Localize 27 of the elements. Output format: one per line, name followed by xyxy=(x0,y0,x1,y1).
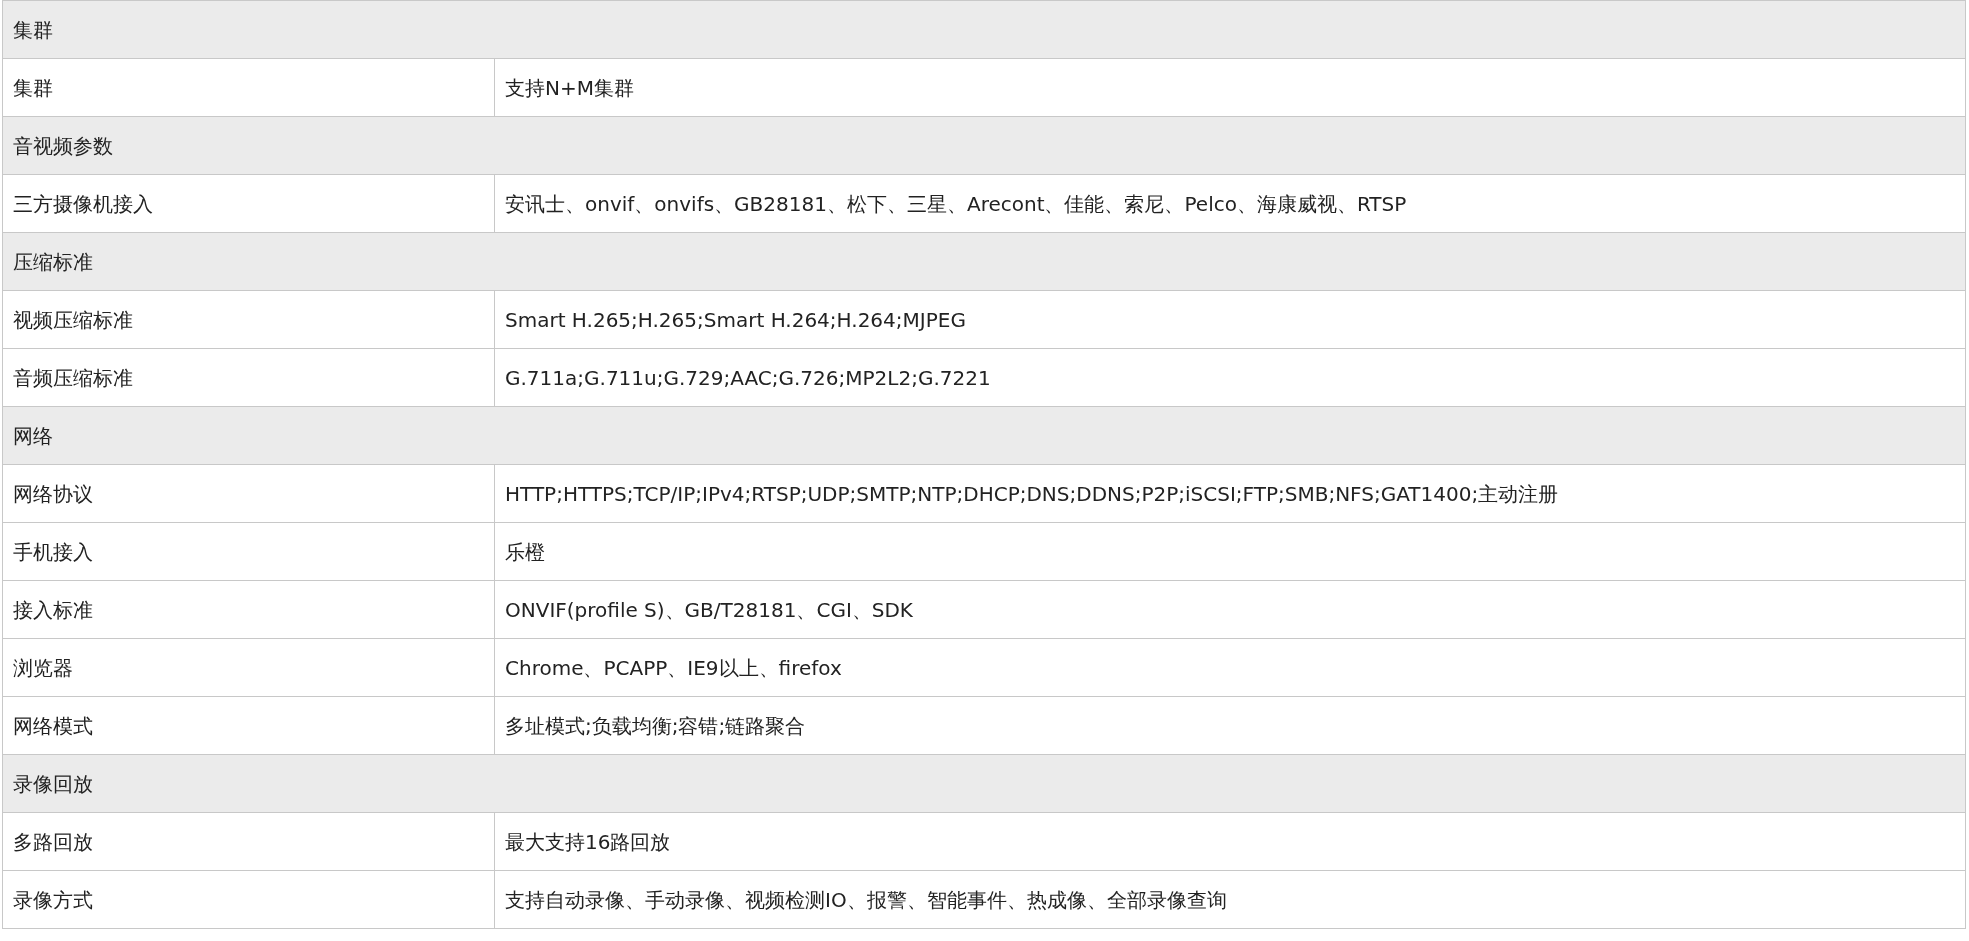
label-cell: 手机接入 xyxy=(2,522,495,581)
section-header-cell: 集群 xyxy=(2,0,1966,59)
section-header-cell: 压缩标准 xyxy=(2,232,1966,291)
label-cell: 网络协议 xyxy=(2,464,495,523)
value-cell: 安讯士、onvif、onvifs、GB28181、松下、三星、Arecont、佳能、索尼、Pelco、海康威视、RTSP xyxy=(494,174,1966,233)
value-cell: 乐橙 xyxy=(494,522,1966,581)
value-cell: Smart H.265;H.265;Smart H.264;H.264;MJPEG xyxy=(494,290,1966,349)
value-cell: 支持N+M集群 xyxy=(494,58,1966,117)
label-cell: 接入标准 xyxy=(2,580,495,639)
section-header-cell: 录像回放 xyxy=(2,754,1966,813)
section-header-cell: 网络 xyxy=(2,406,1966,465)
value-cell: 多址模式;负载均衡;容错;链路聚合 xyxy=(494,696,1966,755)
label-cell: 多路回放 xyxy=(2,812,495,871)
value-cell: ONVIF(profile S)、GB/T28181、CGI、SDK xyxy=(494,580,1966,639)
value-cell: G.711a;G.711u;G.729;AAC;G.726;MP2L2;G.7221 xyxy=(494,348,1966,407)
value-cell: Chrome、PCAPP、IE9以上、firefox xyxy=(494,638,1966,697)
label-cell: 视频压缩标准 xyxy=(2,290,495,349)
value-cell: 最大支持16路回放 xyxy=(494,812,1966,871)
label-cell: 网络模式 xyxy=(2,696,495,755)
section-header-cell: 音视频参数 xyxy=(2,116,1966,175)
label-cell: 三方摄像机接入 xyxy=(2,174,495,233)
label-cell: 音频压缩标准 xyxy=(2,348,495,407)
label-cell: 浏览器 xyxy=(2,638,495,697)
value-cell: HTTP;HTTPS;TCP/IP;IPv4;RTSP;UDP;SMTP;NTP;DHCP;DNS;DDNS;P2P;iSCSI;FTP;SMB;NFS;GAT1400;主动注册 xyxy=(494,464,1966,523)
label-cell: 集群 xyxy=(2,58,495,117)
value-cell: 支持自动录像、手动录像、视频检测IO、报警、智能事件、热成像、全部录像查询 xyxy=(494,870,1966,929)
label-cell: 录像方式 xyxy=(2,870,495,929)
